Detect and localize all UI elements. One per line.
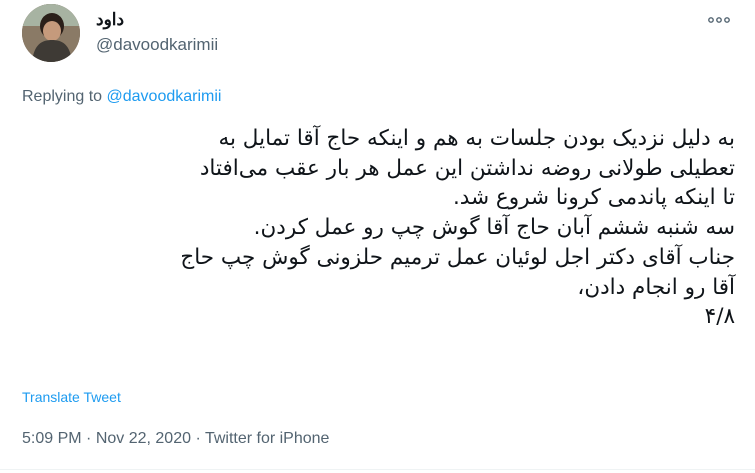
tweet-line: جناب آقای دکتر اجل لوئیان عمل ترمیم حلزو… [180,244,735,270]
replying-handle-link[interactable]: @davoodkarimii [107,88,222,105]
tweet-line: به دلیل نزدیک بودن جلسات به هم و اینکه ح… [218,126,735,151]
translate-tweet-link[interactable]: Translate Tweet [22,389,121,405]
tweet-source[interactable]: Twitter for iPhone [205,430,330,447]
author-handle[interactable]: @davoodkarimii [96,35,218,55]
avatar[interactable] [22,4,80,62]
tweet-line: ۴/۸ [704,304,735,330]
replying-to: Replying to @davoodkarimii [22,88,221,106]
tweet-line: تعطیلی طولانی روضه نداشتن این عمل هر بار… [199,155,735,181]
author-name[interactable]: داود [96,10,124,30]
tweet-line: آقا رو انجام دادن، [577,274,735,300]
tweet-line: سه شنبه ششم آبان حاج آقا گوش چپ رو عمل ک… [253,215,735,241]
more-button[interactable] [706,10,732,30]
tweet-date[interactable]: Nov 22, 2020 [96,430,191,447]
divider [0,469,755,470]
meta-separator: · [191,430,205,447]
more-horizontal-icon [708,17,730,23]
tweet-meta: 5:09 PM · Nov 22, 2020 · Twitter for iPh… [22,430,329,448]
meta-separator: · [81,430,96,447]
tweet-line: تا اینکه پاندمی کرونا شروع شد. [452,185,735,211]
tweet-time[interactable]: 5:09 PM [22,430,82,447]
tweet-text: به دلیل نزدیک بودن جلسات به هم و اینکه ح… [20,124,735,332]
replying-prefix: Replying to [22,88,107,105]
avatar-photo [22,4,80,62]
